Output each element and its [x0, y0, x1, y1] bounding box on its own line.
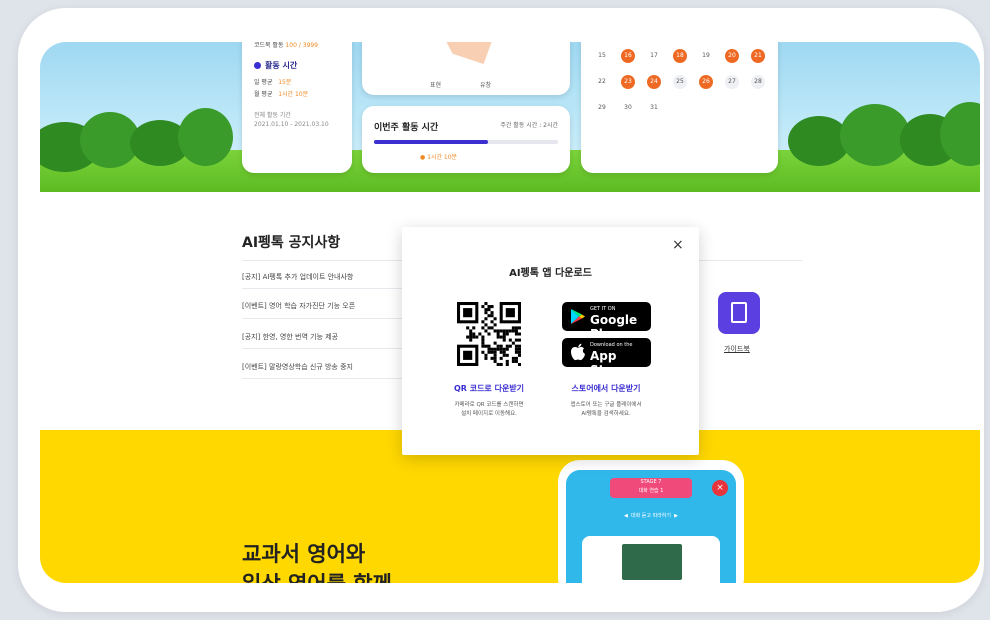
- calendar-day[interactable]: 20: [725, 49, 739, 63]
- calendar-day[interactable]: 18: [673, 49, 687, 63]
- guidebook-icon: [731, 302, 747, 323]
- guidebook-button[interactable]: [718, 292, 760, 334]
- guidebook-label[interactable]: 가이드북: [724, 344, 750, 354]
- divider: [242, 318, 402, 319]
- bush-decoration: [178, 108, 233, 166]
- radar-chart-shape: [440, 42, 496, 64]
- calendar-day[interactable]: 19: [699, 49, 713, 63]
- close-icon[interactable]: ×: [672, 237, 684, 253]
- weekly-progress-bar: [374, 140, 558, 144]
- store-description: 앱스토어 또는 구글 플레이에서 AI펭톡을 검색하세요.: [550, 401, 662, 419]
- notice-section-title: AI펭톡 공지사항: [242, 235, 341, 251]
- calendar-day[interactable]: 27: [725, 75, 739, 89]
- weekly-card-title: 이번주 활동 시간: [374, 123, 439, 133]
- skill-radar-card: 표현 유창: [362, 42, 570, 95]
- google-play-icon: [571, 309, 585, 324]
- blackboard-icon: [622, 544, 682, 580]
- stage-title: 대화 연습 1: [638, 488, 664, 494]
- daily-avg-label: 일 평균: [254, 79, 273, 86]
- calendar-day[interactable]: 23: [621, 75, 635, 89]
- phone-screen: STAGE 7 대화 연습 1 × ◀ 대화 듣고 따라하기 ▶: [566, 470, 736, 583]
- phone-mockup: STAGE 7 대화 연습 1 × ◀ 대화 듣고 따라하기 ▶: [558, 460, 744, 583]
- calendar-day[interactable]: 22: [595, 75, 609, 89]
- qr-description: 카메라로 QR 코드를 스캔하면 설치 페이지로 이동해요.: [432, 401, 546, 419]
- activity-summary-card: 코드북 활동 100 / 3999 활동 시간 일 평균 15분 월 평균 1시…: [242, 42, 352, 173]
- store-desc-line1: 앱스토어 또는 구글 플레이에서: [570, 402, 642, 408]
- calendar-day[interactable]: 30: [621, 101, 635, 115]
- weekly-current-value: 1시간 10분: [427, 154, 458, 161]
- calendar-day[interactable]: 21: [751, 49, 765, 63]
- calendar-day[interactable]: 25: [673, 75, 687, 89]
- period-value: 2021.01.10 - 2021.03.10: [254, 121, 329, 128]
- calendar-day[interactable]: 15: [595, 49, 609, 63]
- monthly-avg-value: 1시간 10분: [278, 91, 309, 98]
- stage-label: STAGE 7: [640, 479, 662, 485]
- calendar-day[interactable]: 29: [595, 101, 609, 115]
- google-play-small: GET IT ON: [590, 306, 616, 312]
- google-play-button[interactable]: GET IT ON Google Play: [562, 302, 651, 341]
- calendar-day[interactable]: 24: [647, 75, 661, 89]
- promo-headline-2: 일상 영어를 함께: [242, 568, 392, 583]
- divider: [242, 288, 402, 289]
- app-screen: 코드북 활동 100 / 3999 활동 시간 일 평균 15분 월 평균 1시…: [40, 42, 980, 583]
- google-play-label: Google Play: [590, 313, 638, 341]
- apple-icon: [571, 343, 585, 361]
- stage-banner: STAGE 7 대화 연습 1: [610, 478, 692, 498]
- attendance-calendar-card: 15 16 17 18 19 20 21 22 23 24 25 26 27 28 29 30 31: [581, 42, 778, 173]
- store-download-link[interactable]: 스토어에서 다운받기: [550, 383, 662, 394]
- activity-time-label: 활동 시간: [265, 61, 298, 70]
- activity-count-value: 100 / 3999: [285, 42, 318, 49]
- weekly-activity-card: 이번주 활동 시간 주간 활동 시간 : 2시간 ● 1시간 10분: [362, 106, 570, 173]
- stage-nav: ◀ 대화 듣고 따라하기 ▶: [623, 513, 679, 519]
- qr-desc-line1: 카메라로 QR 코드를 스캔하면: [454, 402, 524, 408]
- divider: [242, 378, 402, 379]
- app-store-button[interactable]: Download on the App Store: [562, 338, 651, 377]
- monthly-avg-label: 월 평균: [254, 91, 273, 98]
- promo-headline-1: 교과서 영어와: [242, 542, 366, 566]
- close-icon[interactable]: ×: [712, 480, 728, 496]
- calendar-day[interactable]: 28: [751, 75, 765, 89]
- radar-axis-right: 유창: [480, 82, 492, 89]
- calendar-day[interactable]: 16: [621, 49, 635, 63]
- calendar-day[interactable]: 31: [647, 101, 661, 115]
- modal-title: AI펭톡 앱 다운로드: [509, 268, 592, 279]
- activity-count-label: 코드북 활동: [254, 42, 284, 49]
- app-store-small: Download on the: [590, 342, 633, 348]
- qr-download-link[interactable]: QR 코드로 다운받기: [432, 383, 546, 394]
- monthly-avg-row: 월 평균 1시간 10분: [254, 89, 308, 98]
- qr-desc-line2: 설치 페이지로 이동해요.: [461, 411, 517, 417]
- daily-avg-value: 15분: [278, 79, 292, 86]
- radar-axis-left: 표현: [430, 82, 442, 89]
- divider: [242, 348, 402, 349]
- notice-item[interactable]: [이벤트] 말랑영상학습 신규 방송 중지: [242, 362, 382, 372]
- weekly-target-text: 주간 활동 시간 : 2시간: [500, 122, 558, 129]
- bullet-dot-icon: [254, 62, 261, 69]
- daily-avg-row: 일 평균 15분: [254, 77, 291, 86]
- weekly-progress-fill: [374, 140, 489, 144]
- notice-item[interactable]: [이벤트] 영어 학습 자가진단 기능 오픈: [242, 301, 382, 311]
- app-download-modal: × AI펭톡 앱 다운로드 GET IT ON Google Play Down…: [402, 227, 699, 455]
- calendar-day[interactable]: 17: [647, 49, 661, 63]
- activity-time-title: 활동 시간: [254, 60, 297, 71]
- lesson-illustration: [582, 536, 720, 583]
- notice-item[interactable]: [공지] AI펭톡 추가 업데이트 안내사항: [242, 272, 382, 282]
- notice-item[interactable]: [공지] 한영, 영한 번역 기능 제공: [242, 332, 382, 342]
- calendar-day[interactable]: 26: [699, 75, 713, 89]
- store-desc-line2: AI펭톡을 검색하세요.: [581, 411, 631, 417]
- weekly-current-row: ● 1시간 10분: [420, 154, 458, 161]
- period-label: 전체 활동 기간: [254, 112, 291, 119]
- app-store-label: App Store: [590, 349, 627, 377]
- stage-nav-label: 대화 듣고 따라하기: [631, 513, 671, 519]
- activity-count-row: 코드북 활동 100 / 3999: [254, 42, 318, 49]
- qr-code-icon: [457, 302, 521, 366]
